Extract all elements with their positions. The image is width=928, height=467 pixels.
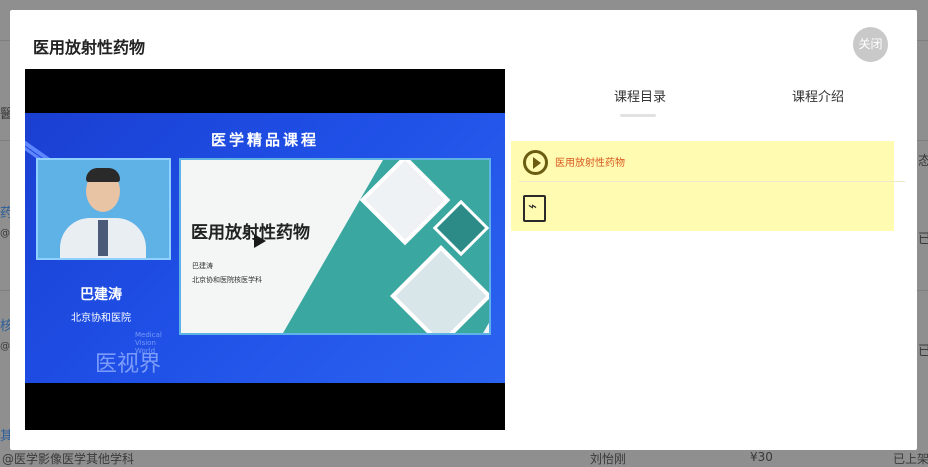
play-circle-icon [523,150,548,175]
bg-text: 已上架 [918,232,928,247]
presenter-tie [98,220,108,256]
bg-text: @ [0,341,10,352]
tab-course-catalog[interactable]: 课程目录 [614,86,666,105]
bg-category: @医学影像医学其他学科 [2,452,135,466]
brand-logo: 医视界 [95,352,162,377]
presenter-hospital: 北京协和医院 [71,313,131,324]
video-player[interactable]: 医学精品课程 巴建涛 北京协和医院 Medical Vision World 医… [25,69,505,430]
course-modal: 医用放射性药物 关闭 医学精品课程 巴建涛 北京协和医院 Medical Vis… [10,10,917,450]
active-tab-indicator [620,114,656,117]
bg-status: 已上架 [893,452,928,466]
presenter-name: 巴建涛 [80,287,122,303]
bg-text: @ [0,228,10,239]
bg-price: ¥30 [750,450,773,464]
slide-department: 北京协和医院核医学科 [192,276,262,284]
course-catalog-list: 医用放射性药物 [511,141,905,231]
lesson-title: 医用放射性药物 [555,158,625,169]
bg-text: 已上架 [918,344,928,359]
list-item[interactable] [511,182,894,231]
close-button[interactable]: 关闭 [853,27,888,62]
slide-author: 巴建涛 [192,262,213,270]
presenter-image [36,158,171,260]
presenter-hair [86,168,120,182]
bg-text: 态 [918,154,928,169]
list-item[interactable]: 医用放射性药物 [511,141,894,182]
bg-author: 刘怡刚 [590,452,627,466]
slide-title: 医用放射性药物 [191,223,310,243]
tab-course-intro[interactable]: 课程介绍 [792,86,844,105]
modal-title: 医用放射性药物 [33,38,146,57]
video-frame: 医学精品课程 巴建涛 北京协和医院 Medical Vision World 医… [25,113,505,383]
course-slide: 医用放射性药物 巴建涛 北京协和医院核医学科 [179,158,491,335]
pdf-icon [523,195,546,222]
video-banner: 医学精品课程 [210,131,319,149]
play-icon[interactable] [254,234,266,248]
